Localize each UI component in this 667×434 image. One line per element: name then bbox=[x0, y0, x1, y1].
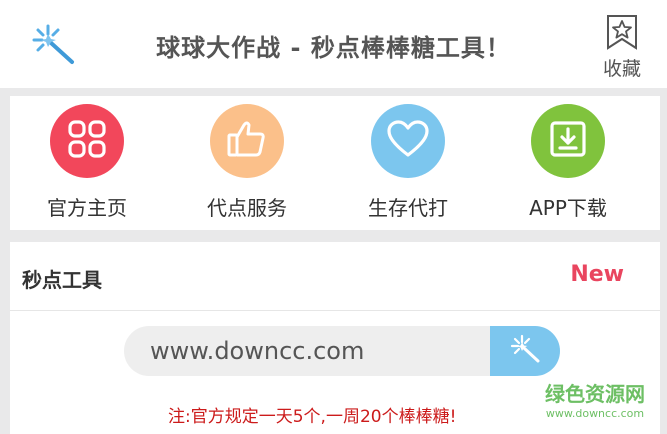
nav-label: 代点服务 bbox=[207, 196, 287, 220]
grid-icon bbox=[67, 119, 107, 163]
favorite-button[interactable]: 收藏 bbox=[592, 14, 652, 84]
favorite-label: 收藏 bbox=[602, 58, 641, 80]
new-badge: New bbox=[570, 262, 624, 287]
submit-button[interactable] bbox=[490, 326, 560, 376]
nav-icon-circle bbox=[210, 104, 284, 178]
url-input[interactable] bbox=[124, 326, 490, 376]
thumbs-up-icon bbox=[225, 117, 269, 165]
panel-header: 秒点工具 New bbox=[10, 242, 660, 311]
page-title: 球球大作战 - 秒点棒棒糖工具！ bbox=[156, 34, 511, 62]
star-bookmark-icon bbox=[592, 14, 652, 50]
nav-label: APP下载 bbox=[529, 196, 607, 220]
nav-grid: 官方主页 代点服务 生存代打 APP下载 bbox=[10, 96, 660, 230]
magic-wand-icon bbox=[509, 333, 541, 369]
nav-item-app-download[interactable]: APP下载 bbox=[508, 104, 628, 224]
nav-icon-circle bbox=[531, 104, 605, 178]
heart-icon bbox=[386, 119, 430, 163]
notice-text: 注:官方规定一天5个,一周20个棒棒糖! bbox=[168, 407, 457, 427]
tool-panel: 秒点工具 New 注:官方规定一天5个,一周20个棒棒糖! bbox=[10, 242, 660, 434]
nav-item-survival-boost[interactable]: 生存代打 bbox=[348, 104, 468, 224]
nav-item-official-home[interactable]: 官方主页 bbox=[27, 104, 147, 224]
nav-item-boost-service[interactable]: 代点服务 bbox=[187, 104, 307, 224]
nav-label: 生存代打 bbox=[368, 196, 448, 220]
nav-icon-circle bbox=[50, 104, 124, 178]
nav-label: 官方主页 bbox=[47, 196, 127, 220]
header: 球球大作战 - 秒点棒棒糖工具！ 收藏 bbox=[0, 0, 667, 88]
panel-title: 秒点工具 bbox=[22, 268, 102, 292]
search-bar bbox=[124, 326, 560, 376]
download-icon bbox=[548, 119, 588, 163]
nav-icon-circle bbox=[371, 104, 445, 178]
